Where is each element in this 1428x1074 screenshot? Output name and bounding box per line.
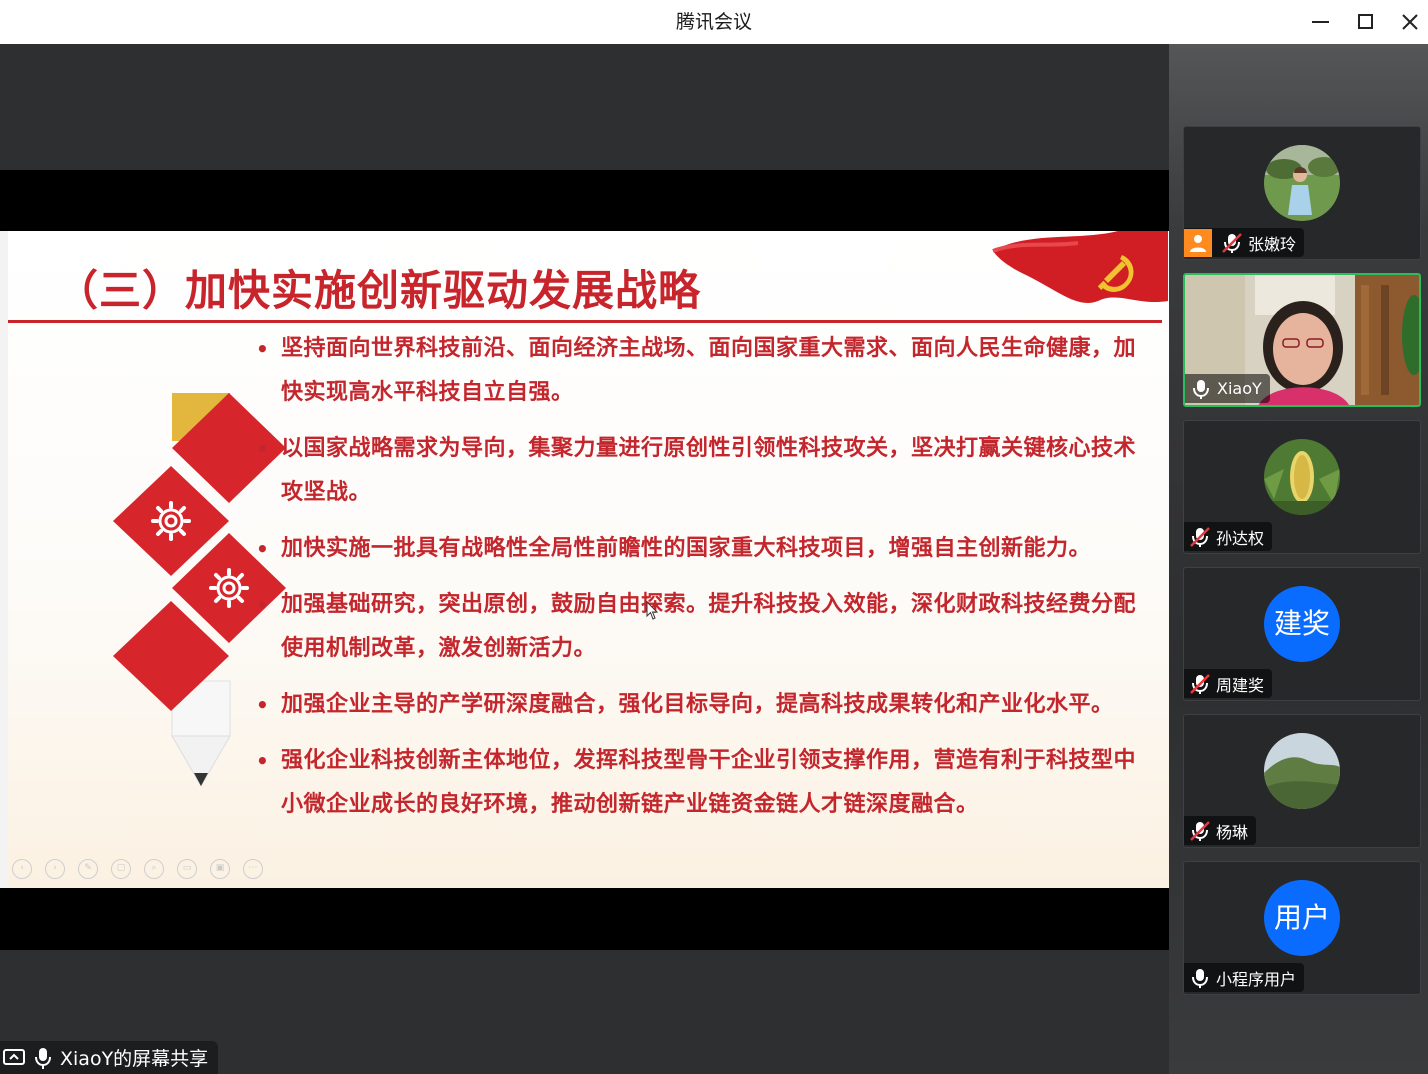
window-title: 腾讯会议 xyxy=(675,11,752,33)
maximize-icon xyxy=(1358,14,1373,29)
participant-tile-active[interactable]: XiaoY xyxy=(1183,273,1421,407)
participant-avatar xyxy=(1264,439,1340,515)
participant-avatar xyxy=(1264,145,1340,221)
pen-icon[interactable]: ✎ xyxy=(78,859,98,879)
close-button[interactable] xyxy=(1392,6,1426,38)
maximize-button[interactable] xyxy=(1348,6,1382,38)
slides-icon[interactable]: ▢ xyxy=(111,859,131,879)
prev-slide-icon[interactable]: ‹ xyxy=(12,859,32,879)
participant-name: 周建奖 xyxy=(1216,675,1265,695)
slide-bullet-list: 坚持面向世界科技前沿、面向经济主战场、面向国家重大需求、面向人民生命健康，加快实… xyxy=(254,327,1154,839)
close-icon xyxy=(1402,14,1418,30)
mic-muted-icon xyxy=(1190,673,1210,694)
slide-bullet: 加快实施一批具有战略性全局性前瞻性的国家重大科技项目，增强自主创新能力。 xyxy=(254,527,1154,571)
slide-bullet: 以国家战略需求为导向，集聚力量进行原创性引领性科技攻关，坚决打赢关键核心技术攻坚… xyxy=(254,427,1154,515)
letterbox-top xyxy=(0,170,1169,231)
participant-avatar-text: 用户 xyxy=(1264,880,1340,956)
mic-muted-icon xyxy=(1190,820,1210,841)
more-icon[interactable]: ⋯ xyxy=(243,859,263,879)
participant-tile[interactable]: 张嫩玲 xyxy=(1183,126,1421,260)
title-bar: 腾讯会议 xyxy=(0,0,1428,44)
participants-panel: 张嫩玲 XiaoY 孙达权 建奖 周建奖 杨琳 用户 小程序用户 xyxy=(1169,44,1428,1074)
host-badge xyxy=(1184,228,1212,257)
minimize-button[interactable] xyxy=(1303,6,1337,38)
participant-namebar: 周建奖 xyxy=(1184,669,1273,698)
letterbox-bottom xyxy=(0,888,1169,950)
mic-muted-icon xyxy=(1222,232,1242,253)
shared-screen-stage: （三）加快实施创新驱动发展战略 • 坚持面向世界科技前沿、面向经济主战场、面向国… xyxy=(0,44,1169,1074)
mouse-cursor-icon xyxy=(646,601,659,620)
participant-name: 小程序用户 xyxy=(1216,969,1297,989)
screen-share-label-text: XiaoY的屏幕共享 xyxy=(60,1048,209,1070)
participant-tile[interactable]: 孙达权 xyxy=(1183,420,1421,554)
participant-namebar: 杨琳 xyxy=(1184,816,1257,845)
host-person-icon xyxy=(1190,234,1206,252)
participant-tile[interactable]: 建奖 周建奖 xyxy=(1183,567,1421,701)
subtitle-icon[interactable]: ▭ xyxy=(177,859,197,879)
slide-title-rule xyxy=(8,320,1162,323)
participant-tile[interactable]: 杨琳 xyxy=(1183,714,1421,848)
participant-namebar: 孙达权 xyxy=(1184,522,1273,551)
slide-title: （三）加快实施创新驱动发展战略 xyxy=(56,266,702,315)
slide-bullet: 加强基础研究，突出原创，鼓励自由探索。提升科技投入效能，深化财政科技经费分配使用… xyxy=(254,583,1154,671)
microphone-icon xyxy=(1193,379,1209,399)
microphone-icon xyxy=(1192,968,1208,988)
slide-bullet: 强化企业科技创新主体地位，发挥科技型骨干企业引领支撑作用，营造有利于科技型中小微… xyxy=(254,739,1154,827)
next-slide-icon[interactable]: › xyxy=(45,859,65,879)
minimize-icon xyxy=(1312,21,1329,23)
participant-name: 孙达权 xyxy=(1216,528,1265,548)
participant-tile[interactable]: 用户 小程序用户 xyxy=(1183,861,1421,995)
microphone-icon xyxy=(35,1047,51,1069)
participant-namebar: 张嫩玲 xyxy=(1184,228,1305,257)
zoom-icon[interactable]: ⌕ xyxy=(144,859,164,879)
presentation-slide: （三）加快实施创新驱动发展战略 • 坚持面向世界科技前沿、面向经济主战场、面向国… xyxy=(0,231,1169,888)
participant-avatar-text: 建奖 xyxy=(1264,586,1340,662)
screen-share-icon xyxy=(3,1048,25,1065)
participant-name: 杨琳 xyxy=(1216,822,1249,842)
slideshow-toolbar: ‹ › ✎ ▢ ⌕ ▭ ▣ ⋯ xyxy=(8,859,263,883)
participant-namebar: XiaoY xyxy=(1185,374,1270,403)
participant-name: 张嫩玲 xyxy=(1248,234,1297,254)
slide-bullet: 加强企业主导的产学研深度融合，强化目标导向，提高科技成果转化和产业化水平。 xyxy=(254,683,1154,727)
party-flag-icon xyxy=(992,231,1168,303)
screen-share-label[interactable]: XiaoY的屏幕共享 xyxy=(0,1041,218,1074)
mic-muted-icon xyxy=(1190,526,1210,547)
camera-icon[interactable]: ▣ xyxy=(210,859,230,879)
slide-bullet: 坚持面向世界科技前沿、面向经济主战场、面向国家重大需求、面向人民生命健康，加快实… xyxy=(254,327,1154,415)
participant-name: XiaoY xyxy=(1217,379,1262,398)
participant-avatar xyxy=(1264,733,1340,809)
participant-namebar: 小程序用户 xyxy=(1184,963,1305,992)
